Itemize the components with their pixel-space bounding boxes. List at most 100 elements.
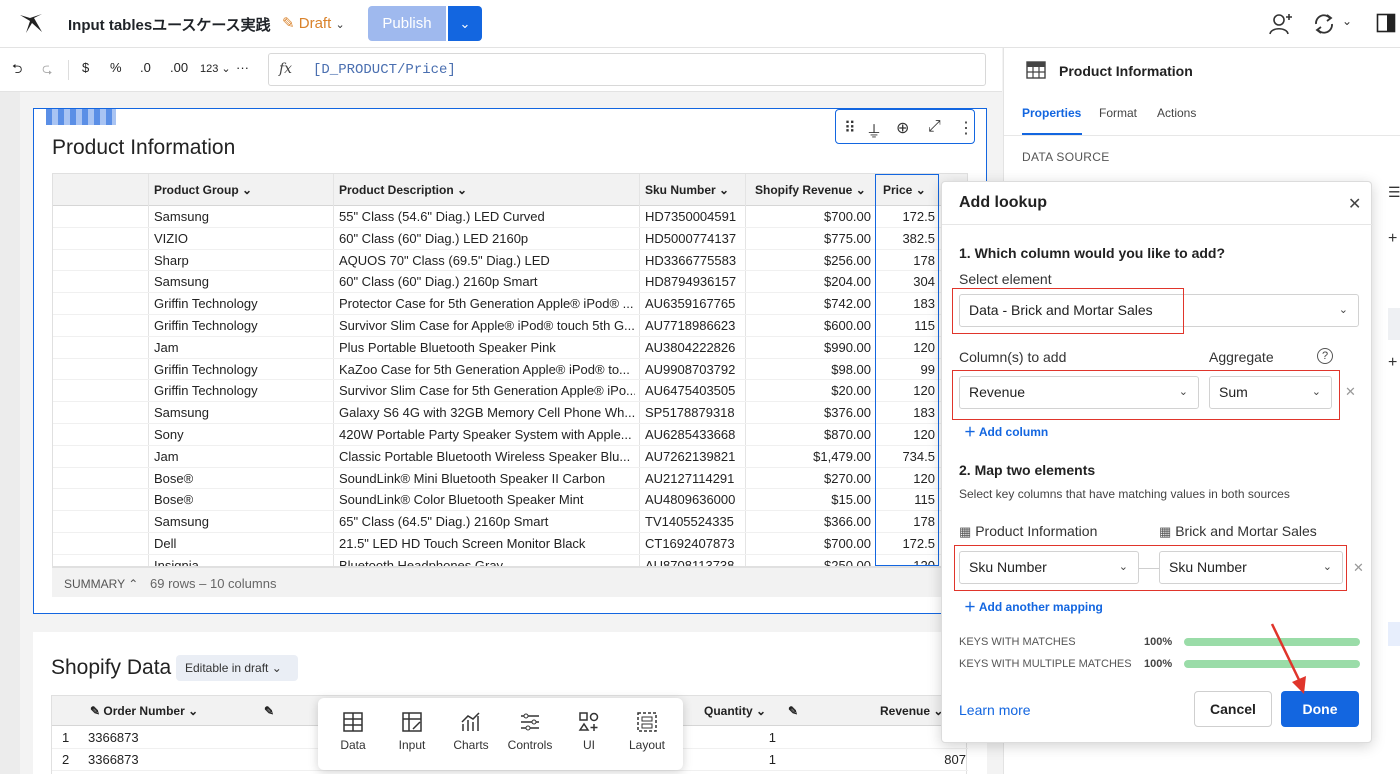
column-header-shopify-revenue[interactable]: Shopify Revenue ⌄ <box>755 183 866 197</box>
table-cell[interactable]: Dell <box>154 536 332 551</box>
table-cell[interactable]: $15.00 <box>749 492 871 507</box>
table-cell[interactable]: Jam <box>154 449 332 464</box>
table-cell[interactable]: Bose® <box>154 471 332 486</box>
table-cell[interactable]: $98.00 <box>749 362 871 377</box>
table-cell[interactable]: Plus Portable Bluetooth Speaker Pink <box>339 340 635 355</box>
table-cell[interactable]: Galaxy S6 4G with 32GB Memory Cell Phone… <box>339 405 635 420</box>
formula-bar[interactable]: fx [D_PRODUCT/Price] <box>268 53 986 86</box>
column-header-order-number[interactable]: ✎ Order Number ⌄ <box>90 704 198 718</box>
sigma-logo-icon[interactable] <box>18 12 44 36</box>
currency-format-button[interactable]: $ <box>82 60 89 75</box>
table-row[interactable]: Sharp AQUOS 70" Class (69.5" Diag.) LED HD… <box>53 250 967 272</box>
table-row[interactable]: Bose® SoundLink® Color Bluetooth Speaker … <box>53 489 967 512</box>
table-cell[interactable]: HD5000774137 <box>645 231 741 246</box>
add-icon[interactable]: + <box>1388 230 1397 248</box>
table-cell[interactable]: SoundLink® Mini Bluetooth Speaker II Car… <box>339 471 635 486</box>
table-cell[interactable]: CT1692407873 <box>645 536 741 551</box>
table-cell[interactable]: $700.00 <box>749 209 871 224</box>
number-format-button[interactable]: 123 ⌄ <box>200 62 231 75</box>
table-row[interactable]: Griffin Technology Survivor Slim Case for… <box>53 380 967 403</box>
table-cell[interactable]: AU3804222826 <box>645 340 741 355</box>
table-cell[interactable]: HD7350004591 <box>645 209 741 224</box>
table-row[interactable]: Dell 21.5" LED HD Touch Screen Monitor Bl… <box>53 533 967 555</box>
table-cell[interactable]: $366.00 <box>749 514 871 529</box>
table-cell[interactable]: $376.00 <box>749 405 871 420</box>
table-cell[interactable]: $775.00 <box>749 231 871 246</box>
table-cell[interactable]: Griffin Technology <box>154 383 332 398</box>
table-row[interactable]: Griffin Technology KaZoo Case for 5th Gen… <box>53 359 967 381</box>
edit-pencil-icon[interactable]: ✎ <box>264 704 274 718</box>
table-cell[interactable]: $250.00 <box>749 558 871 566</box>
decrease-decimal-button[interactable]: .0 <box>140 60 151 75</box>
table-cell[interactable]: 55" Class (54.6" Diag.) LED Curved <box>339 209 635 224</box>
table-row[interactable]: Samsung 55" Class (54.6" Diag.) LED Curve… <box>53 206 967 228</box>
table-cell[interactable]: Insignia <box>154 558 332 566</box>
table-cell[interactable]: Griffin Technology <box>154 318 332 333</box>
table-cell[interactable]: Griffin Technology <box>154 362 332 377</box>
column-header-revenue[interactable]: Revenue ⌄ <box>880 704 943 718</box>
learn-more-link[interactable]: Learn more <box>959 702 1031 718</box>
table-row[interactable]: Jam Classic Portable Bluetooth Wireless S… <box>53 446 967 468</box>
tab-properties[interactable]: Properties <box>1022 106 1081 120</box>
drag-handle-icon[interactable]: ⠿ <box>844 118 856 138</box>
table-row[interactable]: Samsung Galaxy S6 4G with 32GB Memory Cel… <box>53 402 967 424</box>
add-charts-button[interactable]: Charts <box>442 710 500 752</box>
table-cell[interactable]: AQUOS 70" Class (69.5" Diag.) LED <box>339 253 635 268</box>
add-user-icon[interactable] <box>1268 12 1294 36</box>
table-cell[interactable]: SP5178879318 <box>645 405 741 420</box>
increase-decimal-button[interactable]: .00 <box>170 60 188 75</box>
table-cell[interactable]: VIZIO <box>154 231 332 246</box>
table-cell[interactable]: KaZoo Case for 5th Generation Apple® iPo… <box>339 362 635 377</box>
tab-format[interactable]: Format <box>1099 106 1137 120</box>
sync-icon[interactable] <box>1312 12 1336 36</box>
add-ui-button[interactable]: UI <box>560 710 618 752</box>
table-cell[interactable]: $20.00 <box>749 383 871 398</box>
help-icon[interactable]: ? <box>1317 348 1333 364</box>
table-cell[interactable]: Survivor Slim Case for 5th Generation Ap… <box>339 383 635 398</box>
editable-badge[interactable]: Editable in draft ⌄ <box>176 655 298 681</box>
formula-text[interactable]: [D_PRODUCT/Price] <box>313 62 456 78</box>
workbook-title[interactable]: Input tablesユースケース実践 <box>68 14 271 35</box>
add-mapping-link[interactable]: ＋ Add another mapping <box>964 598 1103 615</box>
table-cell[interactable]: 3366873 <box>88 752 248 767</box>
table-row[interactable]: Samsung 60" Class (60" Diag.) 2160p Smart… <box>53 271 967 294</box>
table-row[interactable]: Insignia Bluetooth Headphones Gray AU87081… <box>53 555 967 566</box>
table-cell[interactable]: Protector Case for 5th Generation Apple®… <box>339 296 635 311</box>
table-cell[interactable]: AU7718986623 <box>645 318 741 333</box>
table-cell[interactable]: $1,479.00 <box>749 449 871 464</box>
table-cell[interactable]: AU6359167765 <box>645 296 741 311</box>
panel-toggle-icon[interactable] <box>1376 13 1396 33</box>
table-cell[interactable]: AU2127114291 <box>645 471 741 486</box>
table-cell[interactable]: Survivor Slim Case for Apple® iPod® touc… <box>339 318 635 333</box>
filter-icon[interactable]: ⏚ <box>866 118 882 142</box>
add-input-button[interactable]: Input <box>383 710 441 752</box>
table-cell[interactable]: Bose® <box>154 492 332 507</box>
table-cell[interactable]: 807 <box>852 752 966 767</box>
undo-icon[interactable]: ⮌ <box>12 60 22 82</box>
table-cell[interactable]: AU7262139821 <box>645 449 741 464</box>
table-cell[interactable]: $600.00 <box>749 318 871 333</box>
table-cell[interactable]: $270.00 <box>749 471 871 486</box>
add-data-button[interactable]: Data <box>324 710 382 752</box>
table-cell[interactable]: 420W Portable Party Speaker System with … <box>339 427 635 442</box>
table-cell[interactable]: Sharp <box>154 253 332 268</box>
column-header-product-group[interactable]: Product Group ⌄ <box>154 183 252 197</box>
table-row[interactable]: Jam Plus Portable Bluetooth Speaker Pink A… <box>53 337 967 359</box>
edit-pencil-icon[interactable]: ✎ <box>788 704 798 718</box>
table-cell[interactable]: 60" Class (60" Diag.) 2160p Smart <box>339 274 635 289</box>
table-row[interactable]: Griffin Technology Protector Case for 5th… <box>53 293 967 315</box>
table-row[interactable]: Bose® SoundLink® Mini Bluetooth Speaker I… <box>53 468 967 490</box>
summary-bar[interactable]: SUMMARY ⌃ 69 rows – 10 columns <box>52 567 968 597</box>
table-cell[interactable]: 1 <box>692 730 776 745</box>
column-header-product-description[interactable]: Product Description ⌄ <box>339 183 467 197</box>
table-cell[interactable]: AU6285433668 <box>645 427 741 442</box>
table-cell[interactable]: HD3366775583 <box>645 253 741 268</box>
list-icon[interactable]: ☰ <box>1388 184 1400 201</box>
table-cell[interactable]: $204.00 <box>749 274 871 289</box>
add-icon[interactable]: + <box>1388 354 1397 372</box>
close-icon[interactable]: ✕ <box>1348 194 1361 214</box>
table-cell[interactable]: AU4809636000 <box>645 492 741 507</box>
table-cell[interactable]: Sony <box>154 427 332 442</box>
column-header-quantity[interactable]: Quantity ⌄ <box>704 704 766 718</box>
table-cell[interactable]: Griffin Technology <box>154 296 332 311</box>
